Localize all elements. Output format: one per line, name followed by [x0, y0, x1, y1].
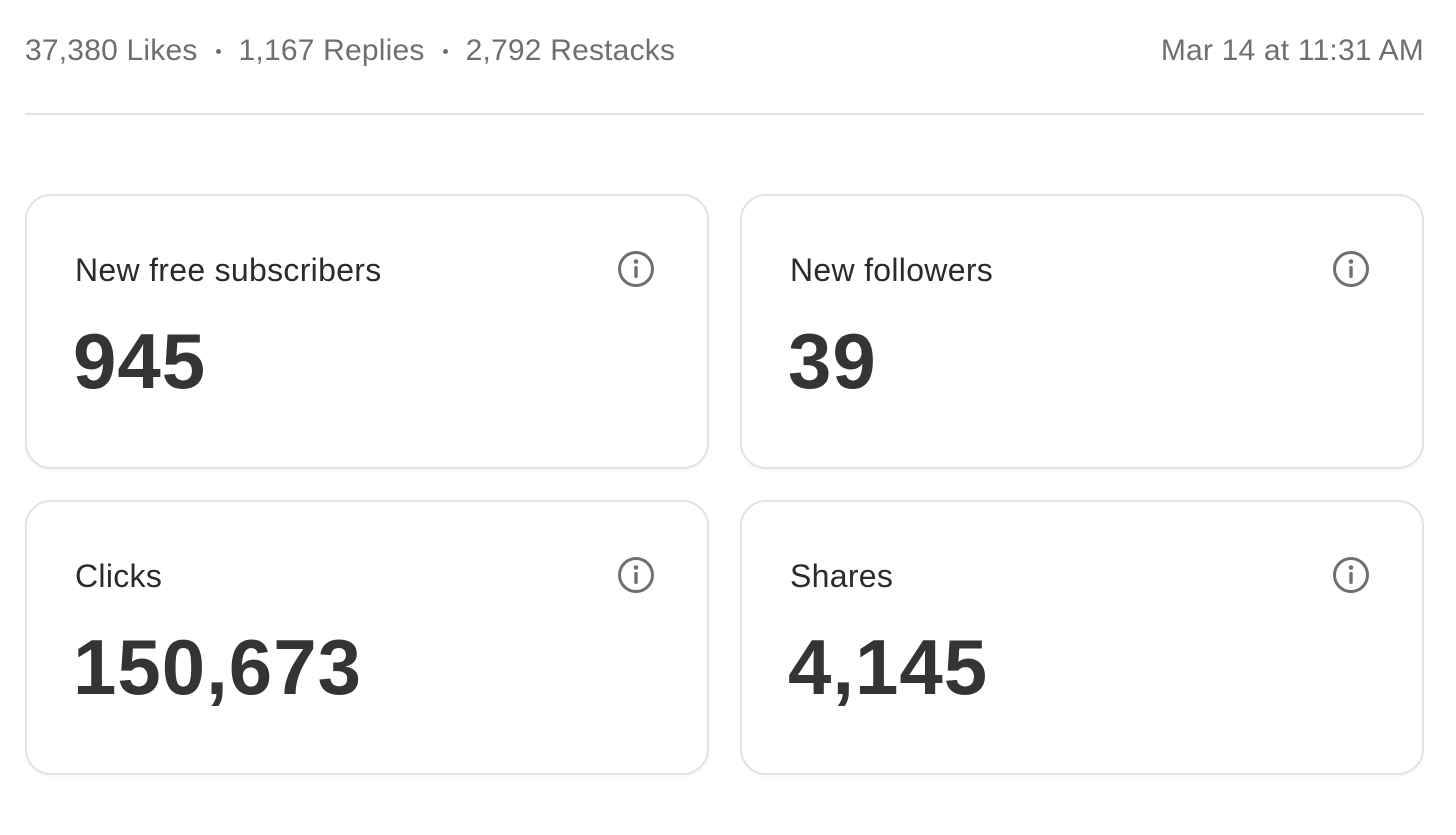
info-icon[interactable] [617, 556, 655, 594]
restacks-count[interactable]: 2,792 Restacks [466, 34, 676, 68]
post-stats-page: 37,380 Likes 1,167 Replies 2,792 Restack… [0, 0, 1456, 835]
card-label: New free subscribers [75, 252, 382, 288]
info-icon[interactable] [1332, 556, 1370, 594]
card-value: 945 [73, 317, 207, 405]
replies-count[interactable]: 1,167 Replies [239, 34, 425, 68]
card-label: Shares [790, 558, 894, 594]
separator-dot [215, 48, 221, 54]
stat-card-shares: Shares 4,145 [740, 500, 1424, 775]
stat-card-new-free-subscribers: New free subscribers 945 [25, 194, 709, 469]
likes-count[interactable]: 37,380 Likes [25, 34, 198, 68]
card-value: 150,673 [73, 623, 362, 711]
engagement-stats: 37,380 Likes 1,167 Replies 2,792 Restack… [25, 34, 675, 68]
stats-grid: New free subscribers 945 New followers 3… [25, 194, 1424, 775]
info-icon[interactable] [617, 250, 655, 288]
card-value: 4,145 [788, 623, 989, 711]
separator-dot [442, 48, 448, 54]
info-icon[interactable] [1332, 250, 1370, 288]
card-label: New followers [790, 252, 994, 288]
stat-card-new-followers: New followers 39 [740, 194, 1424, 469]
stat-card-clicks: Clicks 150,673 [25, 500, 709, 775]
card-label: Clicks [75, 558, 163, 594]
post-meta-bar: 37,380 Likes 1,167 Replies 2,792 Restack… [25, 26, 1424, 76]
post-timestamp: Mar 14 at 11:31 AM [1160, 34, 1424, 67]
divider [25, 113, 1424, 115]
card-value: 39 [788, 317, 877, 405]
